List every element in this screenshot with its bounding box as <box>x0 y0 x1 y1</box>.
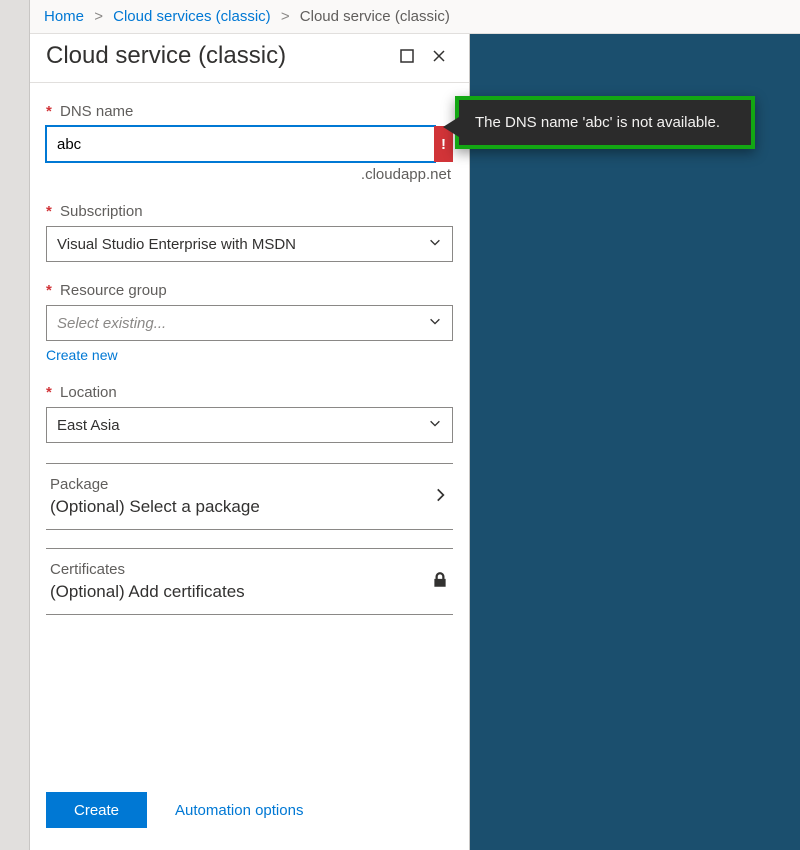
field-subscription: * Subscription Visual Studio Enterprise … <box>46 203 453 262</box>
breadcrumb-home[interactable]: Home <box>44 8 84 25</box>
required-asterisk: * <box>46 203 52 220</box>
chevron-down-icon <box>428 416 442 434</box>
maximize-icon[interactable] <box>393 42 421 70</box>
tooltip-text: The DNS name 'abc' is not available. <box>475 114 720 131</box>
resource-group-select[interactable]: Select existing... <box>46 305 453 341</box>
field-resource-group: * Resource group Select existing... Crea… <box>46 282 453 364</box>
automation-options-link[interactable]: Automation options <box>175 802 303 819</box>
subscription-select[interactable]: Visual Studio Enterprise with MSDN <box>46 226 453 262</box>
subscription-label: * Subscription <box>46 203 453 220</box>
package-row[interactable]: Package (Optional) Select a package <box>46 463 453 530</box>
dns-name-input[interactable] <box>46 126 435 162</box>
location-label: * Location <box>46 384 453 401</box>
resource-group-label: * Resource group <box>46 282 453 299</box>
certificates-title: Certificates <box>50 561 245 578</box>
chevron-down-icon <box>428 314 442 332</box>
chevron-right-icon: > <box>94 8 103 25</box>
field-dns-name: * DNS name ! .cloudapp.net <box>46 103 453 183</box>
blade-cloud-service: Cloud service (classic) * <box>30 34 470 850</box>
required-asterisk: * <box>46 103 52 120</box>
certificates-row[interactable]: Certificates (Optional) Add certificates <box>46 548 453 615</box>
background-pane <box>470 34 800 850</box>
chevron-down-icon <box>428 235 442 253</box>
breadcrumb-cloud-services[interactable]: Cloud services (classic) <box>113 8 271 25</box>
field-location: * Location East Asia <box>46 384 453 443</box>
package-title: Package <box>50 476 260 493</box>
create-button[interactable]: Create <box>46 792 147 828</box>
subscription-value: Visual Studio Enterprise with MSDN <box>57 236 296 253</box>
validation-tooltip: The DNS name 'abc' is not available. <box>455 96 755 149</box>
dns-suffix-label: .cloudapp.net <box>46 162 453 183</box>
breadcrumb-cloud-service: Cloud service (classic) <box>300 8 450 25</box>
chevron-right-icon: > <box>281 8 290 25</box>
chevron-right-icon <box>431 486 449 508</box>
blade-header: Cloud service (classic) <box>30 34 469 83</box>
lock-icon <box>431 571 449 593</box>
dns-name-label: * DNS name <box>46 103 453 120</box>
certificates-subtitle: (Optional) Add certificates <box>50 582 245 602</box>
page-title: Cloud service (classic) <box>46 42 393 70</box>
close-icon[interactable] <box>425 42 453 70</box>
required-asterisk: * <box>46 282 52 299</box>
location-value: East Asia <box>57 417 120 434</box>
blade-footer: Create Automation options <box>30 780 469 850</box>
package-subtitle: (Optional) Select a package <box>50 497 260 517</box>
resource-group-placeholder: Select existing... <box>57 315 166 332</box>
create-new-link[interactable]: Create new <box>46 347 118 363</box>
location-select[interactable]: East Asia <box>46 407 453 443</box>
left-rail <box>0 0 30 850</box>
required-asterisk: * <box>46 384 52 401</box>
breadcrumb: Home > Cloud services (classic) > Cloud … <box>30 0 800 34</box>
